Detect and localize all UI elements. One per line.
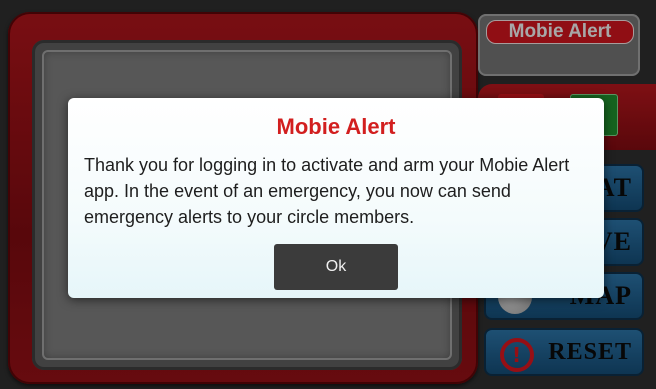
alert-dialog: Mobie Alert Thank you for logging in to … (68, 98, 604, 298)
ok-button[interactable]: Ok (274, 244, 398, 290)
dialog-title: Mobie Alert (276, 114, 396, 139)
dialog-message: Thank you for logging in to activate and… (84, 155, 570, 227)
